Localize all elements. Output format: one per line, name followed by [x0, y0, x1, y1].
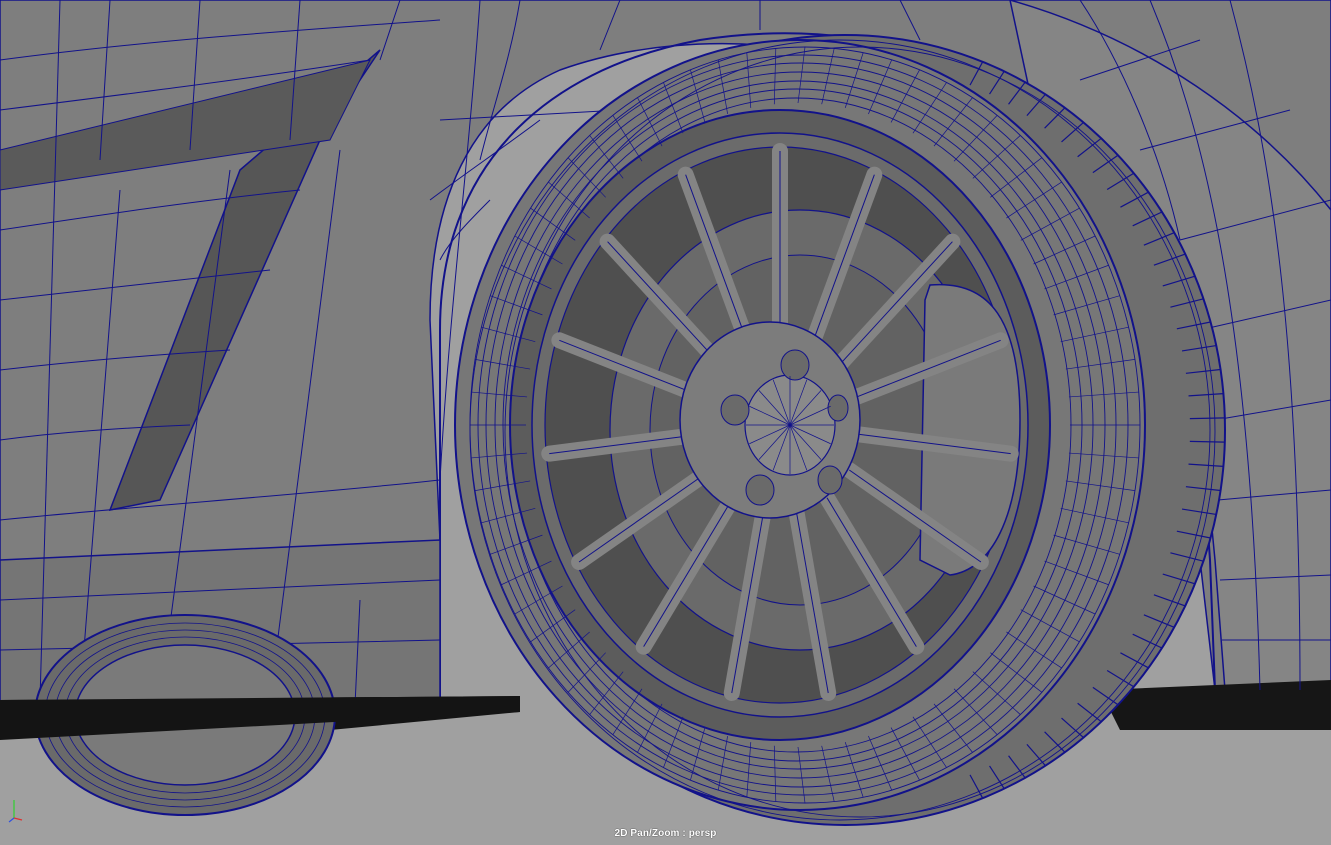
tread-block: [1189, 440, 1225, 443]
camera-hud-label: 2D Pan/Zoom : persp: [614, 828, 717, 839]
wheel-hub: [679, 321, 861, 519]
maya-viewport[interactable]: 2D Pan/Zoom : persp: [0, 0, 1331, 845]
wireframe-scene: [0, 0, 1331, 845]
tread-block: [1189, 417, 1225, 420]
axis-gizmo-icon: [8, 800, 23, 823]
